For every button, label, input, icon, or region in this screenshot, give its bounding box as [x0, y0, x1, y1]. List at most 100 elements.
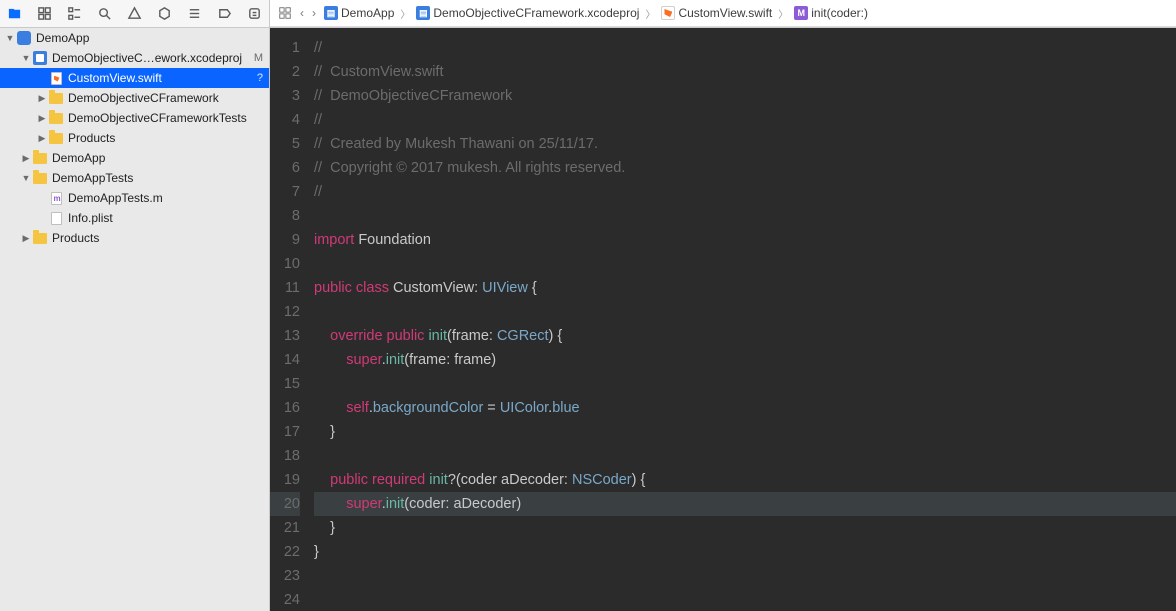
- code-line[interactable]: [314, 564, 1176, 588]
- related-items-icon[interactable]: [274, 6, 296, 20]
- tree-xcodeproj[interactable]: ▼ DemoObjectiveC…ework.xcodeproj M: [0, 48, 269, 68]
- crumb-label: DemoObjectiveCFramework.xcodeproj: [433, 6, 639, 20]
- toolbar-row: ‹ › ▤DemoApp 〉 ▤DemoObjectiveCFramework.…: [0, 0, 1176, 28]
- line-number: 2: [270, 60, 300, 84]
- line-number: 10: [270, 252, 300, 276]
- find-navigator-icon[interactable]: [96, 5, 114, 23]
- disclose-icon[interactable]: ▼: [20, 53, 32, 63]
- code-area[interactable]: //// CustomView.swift// DemoObjectiveCFr…: [308, 28, 1176, 611]
- tree-folder[interactable]: ▶ Products: [0, 228, 269, 248]
- folder-icon: [32, 150, 48, 166]
- tree-folder[interactable]: ▶ Products: [0, 128, 269, 148]
- code-line[interactable]: //: [314, 180, 1176, 204]
- crumb-label: DemoApp: [341, 6, 394, 20]
- chevron-icon: 〉: [778, 6, 788, 21]
- disclose-icon[interactable]: ▶: [36, 93, 48, 104]
- code-line[interactable]: // DemoObjectiveCFramework: [314, 84, 1176, 108]
- tree-label: DemoObjectiveC…ework.xcodeproj: [52, 51, 250, 65]
- line-gutter: 123456789101112131415161718192021222324: [270, 28, 308, 611]
- tree-file-selected[interactable]: CustomView.swift ?: [0, 68, 269, 88]
- code-line[interactable]: // Copyright © 2017 mukesh. All rights r…: [314, 156, 1176, 180]
- chevron-icon: 〉: [400, 6, 410, 21]
- tree-folder[interactable]: ▶ DemoObjectiveCFramework: [0, 88, 269, 108]
- tree-label: DemoAppTests: [52, 171, 263, 185]
- history-forward-icon[interactable]: ›: [308, 6, 320, 20]
- disclose-icon[interactable]: ▶: [36, 113, 48, 124]
- tree-folder[interactable]: ▶ DemoObjectiveCFrameworkTests: [0, 108, 269, 128]
- crumb-project[interactable]: ▤DemoApp: [320, 6, 398, 20]
- line-number: 16: [270, 396, 300, 420]
- code-line[interactable]: public class CustomView: UIView {: [314, 276, 1176, 300]
- line-number: 23: [270, 564, 300, 588]
- source-editor[interactable]: 123456789101112131415161718192021222324 …: [270, 28, 1176, 611]
- breakpoint-navigator-icon[interactable]: [215, 5, 233, 23]
- code-line[interactable]: // Created by Mukesh Thawani on 25/11/17…: [314, 132, 1176, 156]
- code-line[interactable]: //: [314, 108, 1176, 132]
- report-navigator-icon[interactable]: [245, 5, 263, 23]
- line-number: 17: [270, 420, 300, 444]
- code-line[interactable]: super.init(frame: frame): [314, 348, 1176, 372]
- project-navigator[interactable]: ▼ DemoApp ▼ DemoObjectiveC…ework.xcodepr…: [0, 28, 270, 611]
- chevron-icon: 〉: [645, 6, 655, 21]
- code-line[interactable]: self.backgroundColor = UIColor.blue: [314, 396, 1176, 420]
- source-control-navigator-icon[interactable]: [36, 5, 54, 23]
- tree-file[interactable]: DemoAppTests.m: [0, 188, 269, 208]
- code-line[interactable]: //: [314, 36, 1176, 60]
- code-line[interactable]: }: [314, 540, 1176, 564]
- plist-file-icon: [48, 210, 64, 226]
- disclose-icon[interactable]: ▶: [36, 133, 48, 144]
- tree-label: DemoAppTests.m: [68, 191, 263, 205]
- tree-folder[interactable]: ▶ DemoApp: [0, 148, 269, 168]
- line-number: 13: [270, 324, 300, 348]
- code-line[interactable]: super.init(coder: aDecoder): [314, 492, 1176, 516]
- code-line[interactable]: [314, 204, 1176, 228]
- code-line[interactable]: [314, 372, 1176, 396]
- code-line[interactable]: public required init?(coder aDecoder: NS…: [314, 468, 1176, 492]
- tree-label: DemoApp: [36, 31, 263, 45]
- test-navigator-icon[interactable]: [155, 5, 173, 23]
- debug-navigator-icon[interactable]: [185, 5, 203, 23]
- project-icon: ▤: [416, 6, 430, 20]
- crumb-file[interactable]: CustomView.swift: [657, 6, 776, 20]
- code-line[interactable]: [314, 252, 1176, 276]
- disclose-icon[interactable]: ▼: [20, 173, 32, 183]
- line-number: 20: [270, 492, 300, 516]
- project-icon: ▤: [324, 6, 338, 20]
- code-line[interactable]: [314, 588, 1176, 611]
- folder-icon: [48, 130, 64, 146]
- line-number: 6: [270, 156, 300, 180]
- issue-navigator-icon[interactable]: [126, 5, 144, 23]
- crumb-xcodeproj[interactable]: ▤DemoObjectiveCFramework.xcodeproj: [412, 6, 643, 20]
- folder-icon: [32, 230, 48, 246]
- disclose-icon[interactable]: ▶: [20, 153, 32, 164]
- tree-label: CustomView.swift: [68, 71, 253, 85]
- tree-folder[interactable]: ▼ DemoAppTests: [0, 168, 269, 188]
- symbol-navigator-icon[interactable]: [66, 5, 84, 23]
- jump-bar: ‹ › ▤DemoApp 〉 ▤DemoObjectiveCFramework.…: [270, 0, 1176, 27]
- line-number: 12: [270, 300, 300, 324]
- xcode-window: ‹ › ▤DemoApp 〉 ▤DemoObjectiveCFramework.…: [0, 0, 1176, 611]
- tree-file[interactable]: Info.plist: [0, 208, 269, 228]
- code-line[interactable]: [314, 300, 1176, 324]
- code-line[interactable]: }: [314, 516, 1176, 540]
- history-back-icon[interactable]: ‹: [296, 6, 308, 20]
- code-line[interactable]: import Foundation: [314, 228, 1176, 252]
- line-number: 15: [270, 372, 300, 396]
- line-number: 8: [270, 204, 300, 228]
- tree-label: DemoObjectiveCFrameworkTests: [68, 111, 263, 125]
- folder-icon: [48, 110, 64, 126]
- tree-label: Info.plist: [68, 211, 263, 225]
- project-navigator-icon[interactable]: [6, 5, 24, 23]
- swift-file-icon: [48, 70, 64, 86]
- disclose-icon[interactable]: ▶: [20, 233, 32, 244]
- code-line[interactable]: // CustomView.swift: [314, 60, 1176, 84]
- code-line[interactable]: [314, 444, 1176, 468]
- app-icon: [16, 30, 32, 46]
- code-line[interactable]: }: [314, 420, 1176, 444]
- code-line[interactable]: override public init(frame: CGRect) {: [314, 324, 1176, 348]
- line-number: 22: [270, 540, 300, 564]
- line-number: 14: [270, 348, 300, 372]
- tree-root[interactable]: ▼ DemoApp: [0, 28, 269, 48]
- disclose-icon[interactable]: ▼: [4, 33, 16, 43]
- crumb-symbol[interactable]: Minit(coder:): [790, 6, 872, 20]
